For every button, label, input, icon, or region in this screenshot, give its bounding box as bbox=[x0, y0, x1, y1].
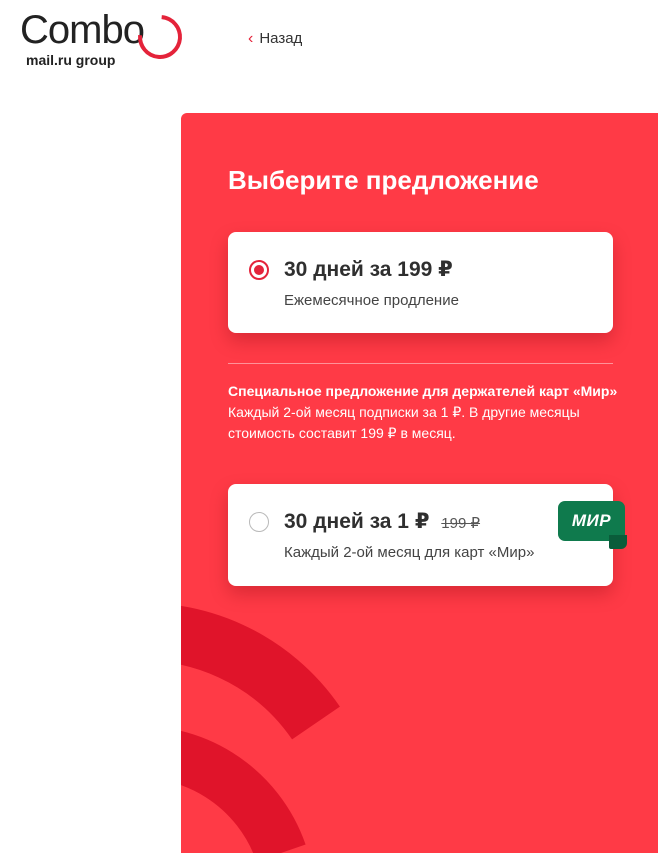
panel-title: Выберите предложение bbox=[228, 165, 539, 195]
radio-unselected-icon[interactable] bbox=[249, 512, 269, 532]
plan-subtitle: Каждый 2-ой месяц для карт «Мир» bbox=[284, 544, 535, 561]
radio-selected-icon[interactable] bbox=[249, 260, 269, 280]
plan-card-monthly[interactable]: 30 дней за 199 ₽ Ежемесячное продление bbox=[228, 232, 613, 333]
combo-logo[interactable]: Combo mail.ru group bbox=[20, 6, 191, 70]
offer-panel: Выберите предложение 30 дней за 199 ₽ Еж… bbox=[181, 113, 658, 853]
plan-subtitle: Ежемесячное продление bbox=[284, 292, 459, 309]
plan-card-mir[interactable]: 30 дней за 1 ₽ 199 ₽ Каждый 2-ой месяц д… bbox=[228, 484, 627, 586]
chevron-left-icon: ‹ bbox=[248, 29, 254, 47]
back-label: Назад bbox=[259, 30, 303, 47]
promo-heading: Специальное предложение для держателей к… bbox=[228, 383, 618, 399]
plan-title: 30 дней за 199 ₽ bbox=[284, 258, 453, 281]
promo-block: Специальное предложение для держателей к… bbox=[228, 381, 623, 444]
logo-word: Combo bbox=[20, 8, 145, 52]
decorative-arcs bbox=[181, 605, 340, 853]
promo-text: Каждый 2-ой месяц подписки за 1 ₽. В дру… bbox=[228, 404, 580, 441]
plan-price: 30 дней за 1 ₽ bbox=[284, 510, 430, 533]
plan-title: 30 дней за 1 ₽ 199 ₽ bbox=[284, 509, 480, 534]
page: Combo mail.ru group ‹ Назад Выберите пре… bbox=[0, 0, 658, 853]
old-price: 199 ₽ bbox=[441, 515, 481, 532]
mir-card-badge: МИР bbox=[558, 501, 627, 549]
back-link[interactable]: ‹ Назад bbox=[248, 30, 302, 47]
divider bbox=[228, 363, 613, 364]
logo-subtitle: mail.ru group bbox=[26, 52, 116, 68]
